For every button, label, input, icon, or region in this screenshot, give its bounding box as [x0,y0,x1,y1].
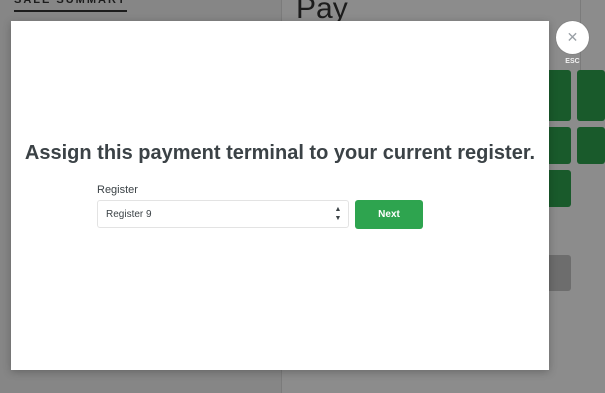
register-select[interactable]: Register 9 ▲ ▼ [97,200,349,228]
close-button[interactable]: ✕ [556,21,589,54]
next-button[interactable]: Next [355,200,423,229]
close-icon: ✕ [566,29,579,45]
assign-terminal-dialog: Assign this payment terminal to your cur… [11,21,549,370]
register-label: Register [97,184,138,196]
esc-label: ESC [565,58,580,65]
dialog-title: Assign this payment terminal to your cur… [24,142,536,164]
sort-arrows-icon: ▲ ▼ [334,206,342,222]
register-select-value: Register 9 [106,209,152,220]
